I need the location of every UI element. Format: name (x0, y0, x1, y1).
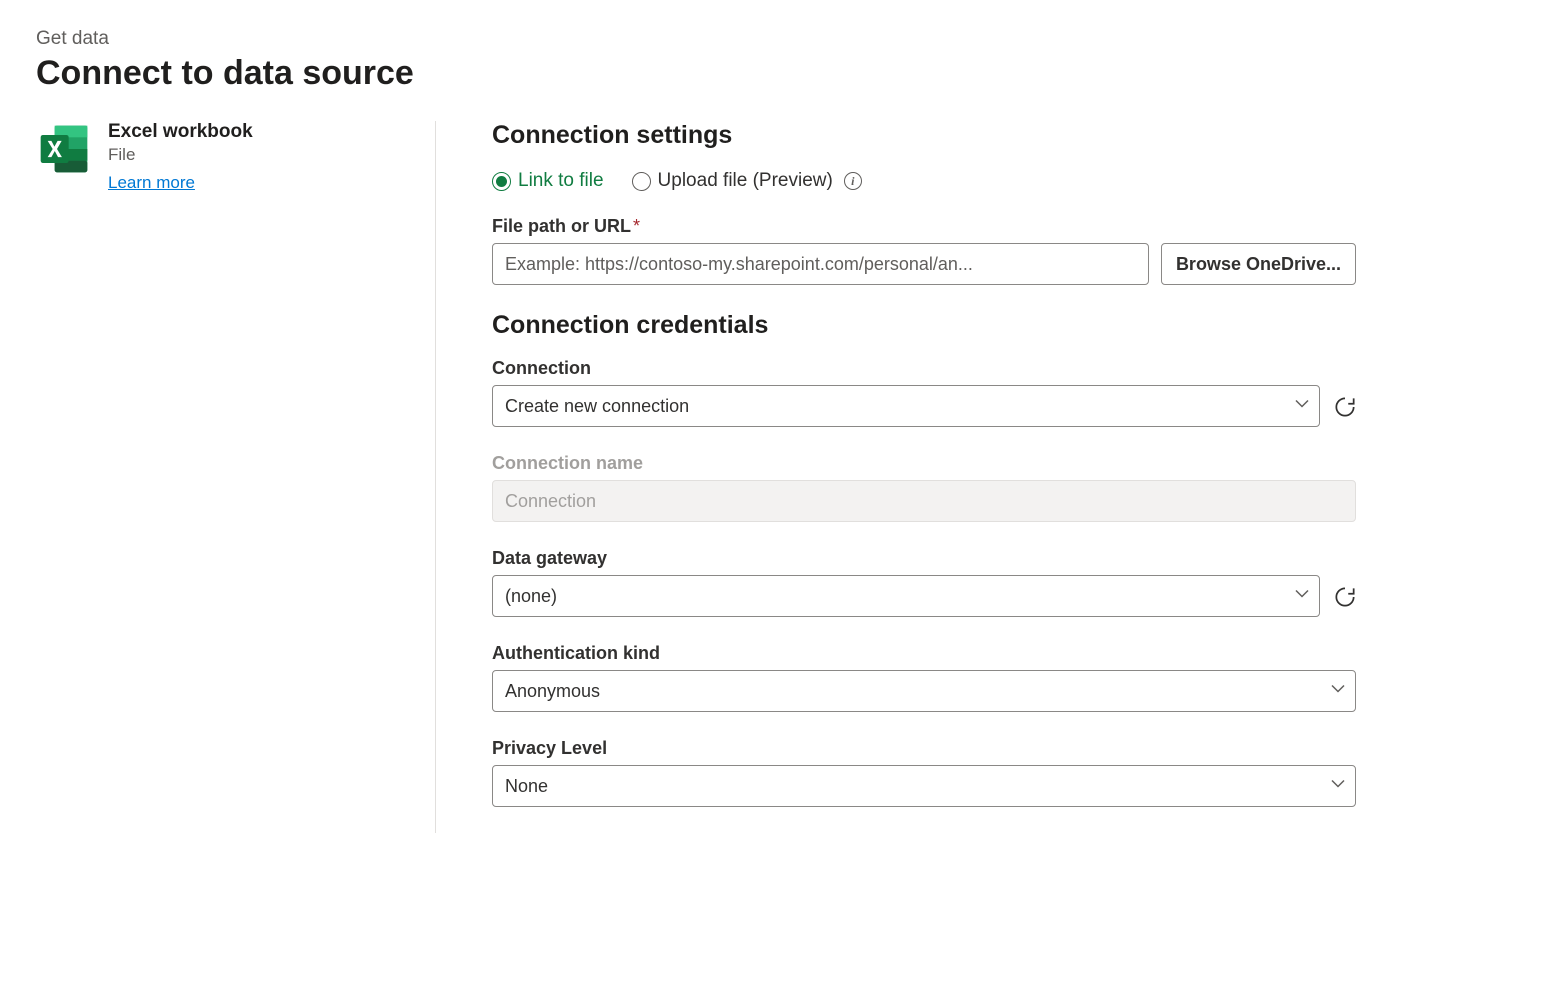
connection-name-label: Connection name (492, 453, 1356, 474)
connection-label: Connection (492, 358, 1356, 379)
privacy-level-label: Privacy Level (492, 738, 1356, 759)
browse-onedrive-button[interactable]: Browse OneDrive... (1161, 243, 1356, 285)
page-title: Connect to data source (36, 54, 1509, 93)
file-mode-radio-group: Link to file Upload file (Preview) i (492, 170, 1356, 192)
file-path-label: File path or URL* (492, 216, 1356, 237)
refresh-gateway-icon[interactable] (1332, 584, 1356, 608)
radio-link-to-file[interactable]: Link to file (492, 170, 604, 192)
radio-upload-label: Upload file (Preview) (658, 170, 833, 192)
source-item-excel: Excel workbook File Learn more (36, 121, 415, 193)
connection-name-input (492, 480, 1356, 522)
breadcrumb: Get data (36, 28, 1509, 50)
source-type: File (108, 145, 253, 165)
privacy-level-select[interactable]: None (492, 765, 1356, 807)
connection-settings-heading: Connection settings (492, 121, 1356, 150)
auth-kind-select[interactable]: Anonymous (492, 670, 1356, 712)
connection-credentials-heading: Connection credentials (492, 311, 1356, 340)
source-list: Excel workbook File Learn more (36, 121, 436, 833)
data-gateway-select[interactable]: (none) (492, 575, 1320, 617)
data-gateway-label: Data gateway (492, 548, 1356, 569)
refresh-connection-icon[interactable] (1332, 394, 1356, 418)
radio-upload-file[interactable]: Upload file (Preview) i (632, 170, 862, 192)
source-name: Excel workbook (108, 121, 253, 143)
file-path-input[interactable] (492, 243, 1149, 285)
excel-icon (36, 121, 92, 177)
radio-link-label: Link to file (518, 170, 604, 192)
info-icon[interactable]: i (844, 172, 862, 190)
connection-select[interactable]: Create new connection (492, 385, 1320, 427)
learn-more-link[interactable]: Learn more (108, 173, 195, 193)
auth-kind-label: Authentication kind (492, 643, 1356, 664)
